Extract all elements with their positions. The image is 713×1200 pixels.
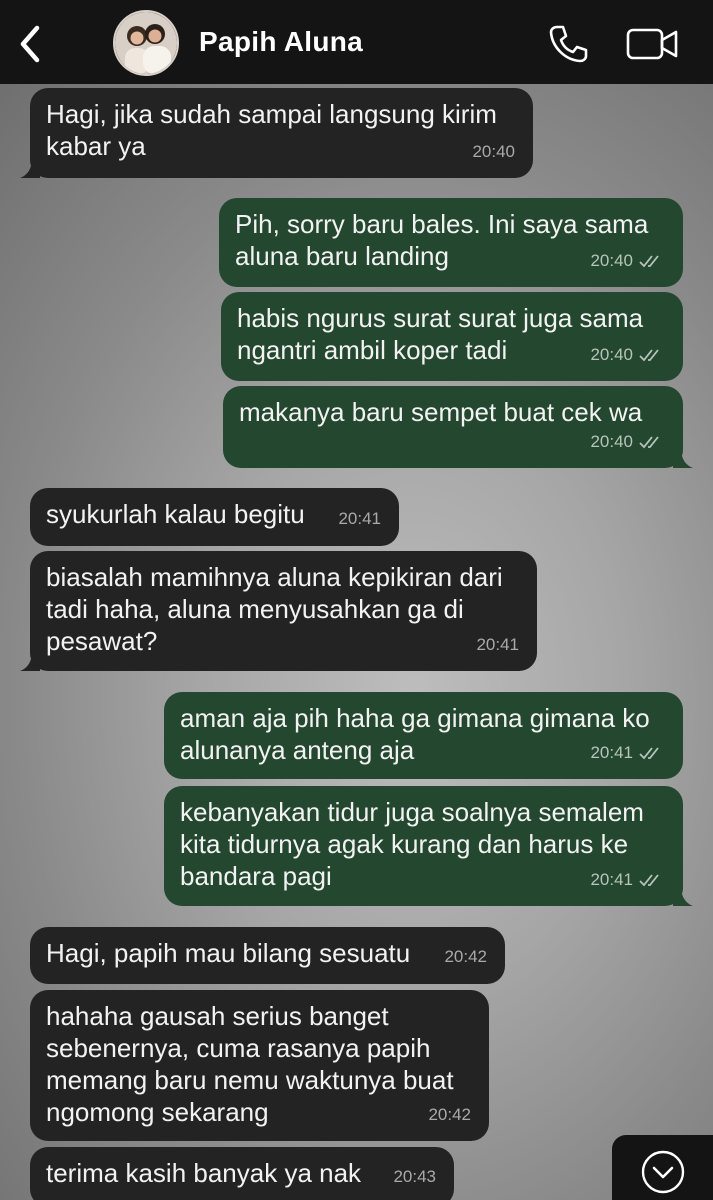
message-bubble-outgoing[interactable]: makanya baru sempet buat cek wa 20:40 <box>223 386 693 468</box>
message-text: hahaha gausah serius banget sebenernya, … <box>46 1001 454 1127</box>
read-receipt-icon <box>639 436 659 449</box>
message-text: Hagi, jika sudah sampai langsung kirim k… <box>46 99 497 161</box>
chevron-down-icon <box>641 1150 685 1194</box>
message-text: syukurlah kalau begitu <box>46 499 305 529</box>
message-time: 20:40 <box>590 345 633 364</box>
message-bubble-incoming[interactable]: hahaha gausah serius banget sebenernya, … <box>30 990 489 1141</box>
video-camera-icon <box>626 28 678 60</box>
back-button[interactable] <box>12 22 48 66</box>
scroll-to-bottom-button[interactable] <box>640 1149 686 1195</box>
message-time: 20:40 <box>590 251 633 270</box>
message-time: 20:42 <box>428 1105 471 1124</box>
message-bubble-outgoing[interactable]: habis ngurus surat surat juga sama ngant… <box>221 292 683 381</box>
back-chevron-icon <box>20 25 40 63</box>
read-receipt-icon <box>639 747 659 760</box>
message-time: 20:41 <box>590 743 633 762</box>
message-bubble-outgoing[interactable]: Pih, sorry baru bales. Ini saya sama alu… <box>219 198 683 287</box>
message-text: makanya baru sempet buat cek wa <box>239 397 643 427</box>
message-bubble-incoming[interactable]: biasalah mamihnya aluna kepikiran dari t… <box>20 551 537 671</box>
bubble-tail <box>20 651 40 671</box>
message-text: terima kasih banyak ya nak <box>46 1158 362 1188</box>
video-call-button[interactable] <box>625 24 681 64</box>
avatar[interactable] <box>113 10 179 76</box>
read-receipt-icon <box>639 874 659 887</box>
message-bubble-incoming[interactable]: syukurlah kalau begitu 20:41 <box>30 488 399 546</box>
message-bubble-outgoing[interactable]: aman aja pih haha ga gimana gimana ko al… <box>164 692 683 779</box>
message-bubble-incoming[interactable]: Hagi, jika sudah sampai langsung kirim k… <box>20 88 533 178</box>
message-time: 20:41 <box>590 870 633 889</box>
message-bubble-incoming[interactable]: Hagi, papih mau bilang sesuatu 20:42 <box>30 927 505 984</box>
bubble-tail <box>673 886 693 906</box>
message-time: 20:41 <box>338 509 381 528</box>
message-bubble-incoming[interactable]: terima kasih banyak ya nak 20:43 <box>30 1147 454 1200</box>
message-text: biasalah mamihnya aluna kepikiran dari t… <box>46 562 503 656</box>
message-text: Hagi, papih mau bilang sesuatu <box>46 938 411 968</box>
message-time: 20:40 <box>590 432 633 451</box>
bubble-tail <box>673 448 693 468</box>
message-time: 20:43 <box>393 1167 436 1186</box>
message-time: 20:40 <box>472 142 515 161</box>
read-receipt-icon <box>639 349 659 362</box>
chat-header: Papih Aluna <box>0 0 713 84</box>
contact-name[interactable]: Papih Aluna <box>199 26 363 58</box>
message-time: 20:41 <box>476 635 519 654</box>
scroll-panel <box>612 1135 713 1200</box>
read-receipt-icon <box>639 255 659 268</box>
bubble-tail <box>20 158 40 178</box>
phone-icon <box>549 25 588 63</box>
message-bubble-outgoing[interactable]: kebanyakan tidur juga soalnya semalem ki… <box>164 786 693 906</box>
voice-call-button[interactable] <box>545 22 591 66</box>
message-time: 20:42 <box>444 947 487 966</box>
